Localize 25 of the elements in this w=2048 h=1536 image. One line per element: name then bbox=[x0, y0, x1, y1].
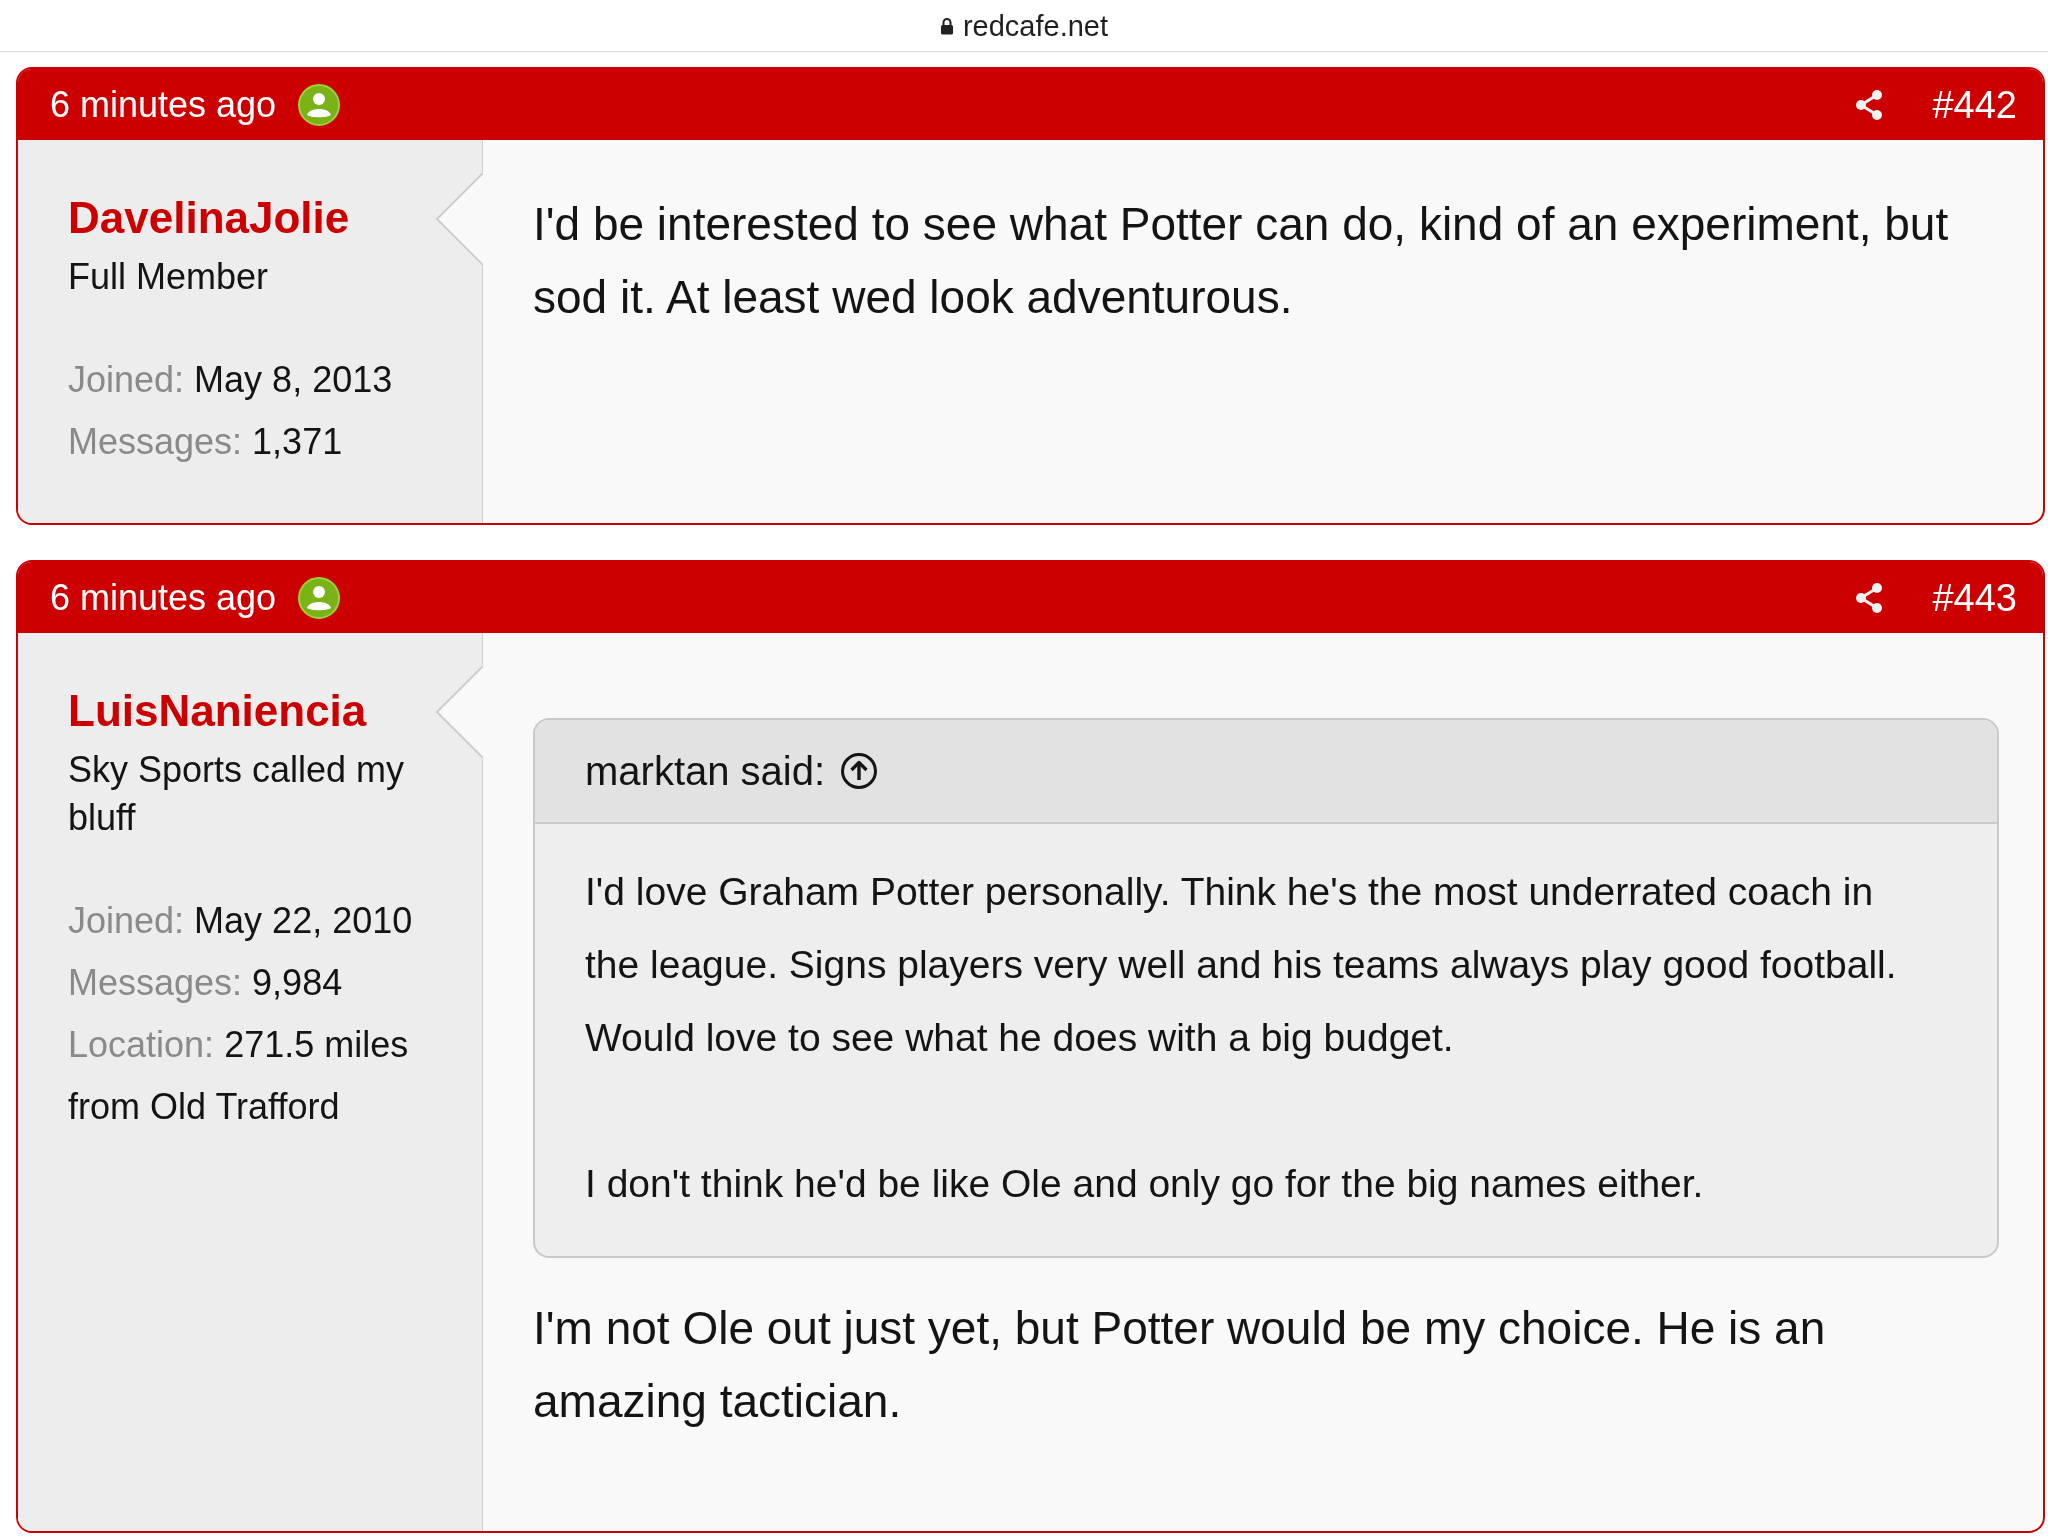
user-title: Full Member bbox=[68, 255, 270, 299]
member-stat: Messages: 9,984 bbox=[68, 961, 344, 1005]
user-title: Sky Sports called my bluff bbox=[68, 748, 406, 840]
member-name-link[interactable]: DavelinaJolie bbox=[68, 191, 350, 245]
member-stat: Messages: 1,371 bbox=[68, 420, 344, 464]
person-icon bbox=[298, 83, 341, 126]
lock-icon bbox=[939, 16, 954, 35]
quote-text: I don't think he'd be like Ole and only go for the big names either. bbox=[585, 1161, 1705, 1207]
post-text: I'd be interested to see what Potter can do, kind of an experiment, but sod it. At least wed look adventurous. bbox=[533, 197, 1950, 325]
up-arrow-circle-icon[interactable] bbox=[840, 752, 879, 790]
member-stat: Joined: May 8, 2013 bbox=[68, 358, 394, 402]
member-stat: Location: 271.5 miles from Old Trafford bbox=[68, 1023, 410, 1129]
post-time[interactable]: 6 minutes ago bbox=[50, 576, 277, 619]
post-number[interactable]: #443 bbox=[1932, 575, 2017, 620]
post-text: I'm not Ole out just yet, but Potter would be my choice. He is an amazing tactician. bbox=[533, 1301, 1827, 1429]
member-name-link[interactable]: LuisNaniencia bbox=[68, 684, 367, 738]
post-number[interactable]: #442 bbox=[1932, 82, 2017, 127]
quote-text: I'd love Graham Potter personally. Think he's the most underrated coach in the league. Signs players very well and his teams always play good football. Would love to see what he does with a big budget. bbox=[585, 869, 1898, 1061]
url-text[interactable]: redcafe.net bbox=[962, 8, 1109, 43]
member-stat: Joined: May 22, 2010 bbox=[68, 899, 414, 943]
quote-attribution: marktan said: bbox=[585, 748, 826, 794]
share-icon[interactable] bbox=[1855, 582, 1884, 613]
person-icon bbox=[298, 576, 341, 619]
share-icon[interactable] bbox=[1855, 89, 1884, 120]
post-time[interactable]: 6 minutes ago bbox=[50, 83, 277, 126]
